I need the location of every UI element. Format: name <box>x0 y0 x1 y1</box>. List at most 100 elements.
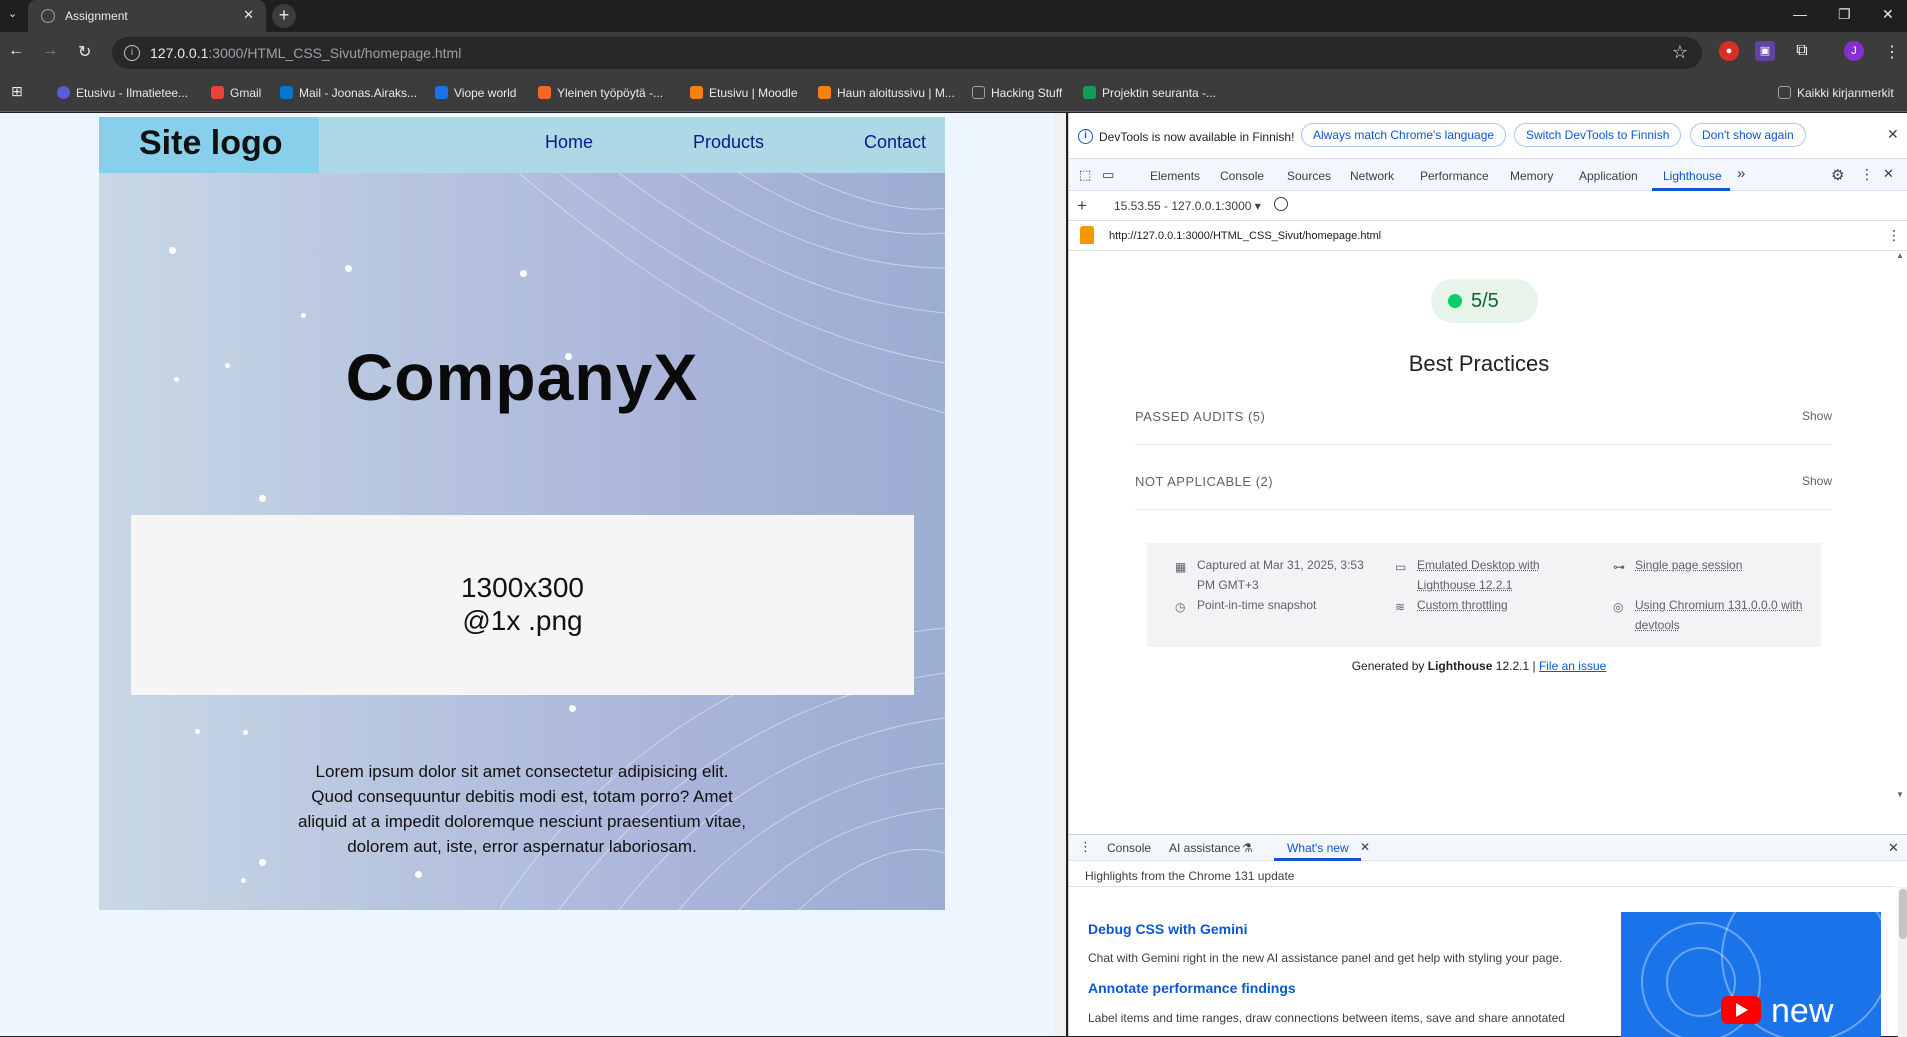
whats-new-item-title[interactable]: Annotate performance findings <box>1088 980 1296 996</box>
close-drawer-icon[interactable]: ✕ <box>1888 840 1899 856</box>
moodle-icon <box>818 86 831 99</box>
bookmark-item[interactable]: Gmail <box>211 86 261 100</box>
whats-new-item-desc: Label items and time ranges, draw connec… <box>1088 1011 1565 1025</box>
apps-grid-icon[interactable]: ⊞ <box>11 83 23 100</box>
twitch-extension-icon[interactable]: ▣ <box>1755 41 1775 61</box>
whats-new-item-title[interactable]: Debug CSS with Gemini <box>1088 921 1247 937</box>
site-logo-text: Site logo <box>139 124 283 162</box>
extension-red-icon[interactable]: ● <box>1719 41 1739 61</box>
tab-network[interactable]: Network <box>1350 169 1394 183</box>
tab-application[interactable]: Application <box>1579 169 1638 183</box>
close-infobar-icon[interactable]: ✕ <box>1887 126 1899 143</box>
bookmark-item[interactable]: Haun aloitussivu | M... <box>818 86 955 100</box>
bookmark-item[interactable]: Etusivu | Moodle <box>690 86 798 100</box>
site-container: Site logo Home Products Contact CompanyX… <box>99 117 945 910</box>
new-tab-button[interactable]: + <box>272 4 296 28</box>
site-info-icon[interactable]: i <box>124 45 140 61</box>
tab-sources[interactable]: Sources <box>1287 169 1331 183</box>
report-selector[interactable]: 15.53.55 - 127.0.0.1:3000 ▾ <box>1114 199 1261 213</box>
infobar-message: DevTools is now available in Finnish! <box>1099 130 1295 144</box>
score-pass-icon <box>1448 294 1462 308</box>
close-window-icon[interactable]: ✕ <box>1882 6 1894 23</box>
tab-strip: ⌄ Assignment ✕ + — ❐ ✕ <box>0 0 1907 32</box>
settings-gear-icon[interactable]: ⚙ <box>1831 166 1844 184</box>
all-bookmarks-folder[interactable]: Kaikki kirjanmerkit <box>1778 86 1894 100</box>
profile-avatar[interactable]: J <box>1844 41 1864 61</box>
session-icon: ⊶ <box>1613 560 1625 574</box>
tab-search-icon[interactable]: ⌄ <box>8 7 17 20</box>
customize-menu-icon[interactable]: ⋮ <box>1860 166 1874 183</box>
audit-group-label: PASSED AUDITS (5) <box>1135 409 1266 424</box>
file-issue-link[interactable]: File an issue <box>1539 659 1606 673</box>
tab-memory[interactable]: Memory <box>1510 169 1553 183</box>
report-footer: Generated by Lighthouse 12.2.1 | File an… <box>1351 659 1607 673</box>
site-logo[interactable]: Site logo <box>99 117 319 173</box>
nav-contact-link[interactable]: Contact <box>864 132 926 153</box>
switch-to-finnish-button[interactable]: Switch DevTools to Finnish <box>1514 123 1682 147</box>
minimize-icon[interactable]: — <box>1793 6 1807 22</box>
drawer-tab-whats-new[interactable]: What's new <box>1287 841 1349 855</box>
bookmarks-bar: ⊞ Etusivu - Ilmatietee... Gmail Mail - J… <box>0 74 1907 112</box>
new-report-plus-icon[interactable]: + <box>1077 196 1087 216</box>
clear-reports-icon[interactable] <box>1274 197 1288 211</box>
globe-icon <box>41 9 55 23</box>
more-tabs-icon[interactable]: » <box>1737 165 1745 182</box>
image-placeholder-text: 1300x300 @1x .png <box>460 572 584 636</box>
drawer-tabbar: ⋮ Console AI assistance ⚗ What's new ✕ ✕ <box>1069 835 1907 861</box>
gmail-icon <box>211 86 224 99</box>
whats-new-video-thumbnail[interactable]: new <box>1621 912 1881 1037</box>
browser-toolbar: ← → ↻ i 127.0.0.1:3000/HTML_CSS_Sivut/ho… <box>0 32 1907 74</box>
bookmark-star-icon[interactable]: ☆ <box>1672 42 1688 63</box>
tab-lighthouse[interactable]: Lighthouse <box>1663 169 1722 183</box>
audit-group-label: NOT APPLICABLE (2) <box>1135 474 1274 489</box>
show-button[interactable]: Show <box>1802 474 1832 488</box>
audit-group-not-applicable[interactable]: NOT APPLICABLE (2) Show <box>1135 460 1832 510</box>
nav-home-link[interactable]: Home <box>545 132 593 153</box>
tab-elements[interactable]: Elements <box>1150 169 1200 183</box>
report-menu-icon[interactable]: ⋮ <box>1887 227 1901 244</box>
page-scrollbar[interactable] <box>1054 113 1066 1036</box>
bookmark-item[interactable]: Hacking Stuff <box>972 86 1062 100</box>
back-icon[interactable]: ← <box>8 42 24 60</box>
whats-new-item-desc: Chat with Gemini right in the new AI ass… <box>1088 951 1563 965</box>
devtools-tabbar: ⬚ ▭ Elements Console Sources Network Per… <box>1069 159 1907 191</box>
tab-performance[interactable]: Performance <box>1420 169 1489 183</box>
bookmark-item[interactable]: Yleinen työpöytä -... <box>538 86 663 100</box>
match-language-button[interactable]: Always match Chrome's language <box>1301 123 1507 147</box>
device-toolbar-icon[interactable]: ▭ <box>1102 167 1114 183</box>
dont-show-again-button[interactable]: Don't show again <box>1690 123 1806 147</box>
extensions-puzzle-icon[interactable]: ⧉ <box>1792 41 1812 61</box>
bookmark-item[interactable]: Mail - Joonas.Airaks... <box>280 86 417 100</box>
reload-icon[interactable]: ↻ <box>78 42 91 62</box>
timer-icon: ◷ <box>1175 600 1186 614</box>
bookmark-item[interactable]: Projektin seuranta -... <box>1083 86 1216 100</box>
hero-title: CompanyX <box>345 340 699 414</box>
drawer-tab-console[interactable]: Console <box>1107 841 1151 855</box>
drawer-menu-icon[interactable]: ⋮ <box>1079 839 1092 855</box>
restore-icon[interactable]: ❐ <box>1838 6 1851 23</box>
bookmark-item[interactable]: Etusivu - Ilmatietee... <box>57 86 188 100</box>
chrome-menu-icon[interactable]: ⋮ <box>1884 42 1900 62</box>
drawer-active-indicator <box>1274 858 1361 861</box>
show-button[interactable]: Show <box>1802 409 1832 423</box>
viope-icon <box>435 86 448 99</box>
youtube-play-icon[interactable] <box>1721 996 1761 1024</box>
close-devtools-icon[interactable]: ✕ <box>1883 166 1894 182</box>
report-scrollbar[interactable]: ▲ ▼ <box>1896 251 1906 799</box>
browser-tab[interactable]: Assignment ✕ <box>28 0 266 32</box>
inspect-element-icon[interactable]: ⬚ <box>1079 167 1091 183</box>
calendar-icon: ▦ <box>1175 560 1187 574</box>
bookmark-item[interactable]: Viope world <box>435 86 516 100</box>
close-tab-icon[interactable]: ✕ <box>243 7 254 23</box>
audit-group-passed[interactable]: PASSED AUDITS (5) Show <box>1135 395 1832 445</box>
drawer-tab-ai-assistance[interactable]: AI assistance <box>1169 841 1240 855</box>
drawer-scrollbar[interactable] <box>1898 887 1907 1037</box>
close-whats-new-icon[interactable]: ✕ <box>1360 840 1370 854</box>
nav-products-link[interactable]: Products <box>693 132 764 153</box>
devtools-drawer: ⋮ Console AI assistance ⚗ What's new ✕ ✕… <box>1069 834 1907 1037</box>
forward-icon[interactable]: → <box>42 42 58 60</box>
address-bar[interactable]: i 127.0.0.1:3000/HTML_CSS_Sivut/homepage… <box>112 37 1702 69</box>
address-url[interactable]: 127.0.0.1:3000/HTML_CSS_Sivut/homepage.h… <box>150 45 461 61</box>
tab-console[interactable]: Console <box>1220 169 1264 183</box>
lighthouse-url-bar: http://127.0.0.1:3000/HTML_CSS_Sivut/hom… <box>1069 221 1907 251</box>
